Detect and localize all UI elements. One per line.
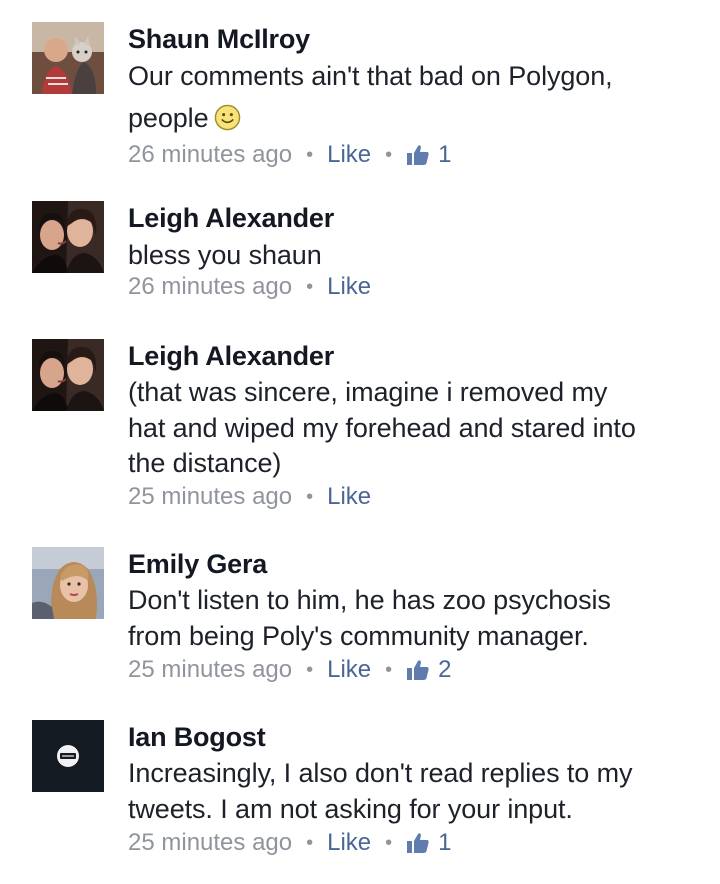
- comment-text-line-1: Our comments ain't that bad on Polygon,: [128, 61, 613, 91]
- comment-text: (that was sincere, imagine i removed my …: [128, 377, 636, 478]
- comment-author[interactable]: Leigh Alexander: [128, 339, 698, 373]
- like-button[interactable]: Like: [327, 482, 371, 512]
- comment-meta: 25 minutes ago • Like • 2: [128, 655, 698, 685]
- like-button[interactable]: Like: [327, 828, 371, 858]
- meta-separator: •: [306, 276, 314, 298]
- avatar[interactable]: [32, 22, 104, 94]
- meta-separator: •: [385, 832, 393, 854]
- comment-timestamp[interactable]: 25 minutes ago: [128, 655, 292, 685]
- avatar[interactable]: [32, 547, 104, 619]
- avatar-photo-two-women-icon: [32, 339, 104, 411]
- comment-text: Don't listen to him, he has zoo psychosi…: [128, 585, 611, 651]
- thumbs-up-icon[interactable]: [406, 144, 430, 166]
- comment-body: Emily Gera Don't listen to him, he has z…: [128, 547, 698, 685]
- comment-text: Increasingly, I also don't read replies …: [128, 758, 633, 824]
- comment-author[interactable]: Shaun McIlroy: [128, 22, 698, 56]
- avatar[interactable]: [32, 201, 104, 273]
- comment-timestamp[interactable]: 25 minutes ago: [128, 828, 292, 858]
- like-button[interactable]: Like: [327, 140, 371, 170]
- comment-text-line-2: people: [128, 103, 209, 133]
- thumbs-up-icon[interactable]: [406, 832, 430, 854]
- comment-meta: 25 minutes ago • Like: [128, 482, 698, 512]
- comment-body: Leigh Alexander bless you shaun 26 minut…: [128, 201, 698, 302]
- thumbs-up-icon[interactable]: [406, 659, 430, 681]
- comment-body: Leigh Alexander (that was sincere, imagi…: [128, 339, 698, 512]
- comment-body: Ian Bogost Increasingly, I also don't re…: [128, 720, 698, 858]
- like-count[interactable]: 1: [438, 828, 451, 858]
- avatar[interactable]: [32, 720, 104, 792]
- meta-separator: •: [385, 144, 393, 166]
- comment-timestamp[interactable]: 26 minutes ago: [128, 272, 292, 302]
- like-button[interactable]: Like: [327, 272, 371, 302]
- like-button[interactable]: Like: [327, 655, 371, 685]
- comment-author[interactable]: Ian Bogost: [128, 720, 698, 754]
- avatar-no-entry-logo-icon: [32, 720, 104, 792]
- comment-body: Shaun McIlroy Our comments ain't that ba…: [128, 22, 698, 170]
- comment-meta: 25 minutes ago • Like • 1: [128, 828, 698, 858]
- comment-timestamp[interactable]: 26 minutes ago: [128, 140, 292, 170]
- comment-text: bless you shaun: [128, 240, 322, 270]
- meta-separator: •: [306, 659, 314, 681]
- meta-separator: •: [385, 659, 393, 681]
- comment-timestamp[interactable]: 25 minutes ago: [128, 482, 292, 512]
- comment-meta: 26 minutes ago • Like: [128, 272, 698, 302]
- like-count[interactable]: 1: [438, 140, 451, 170]
- avatar-photo-man-with-dog-icon: [32, 22, 104, 94]
- avatar-photo-woman-selfie-icon: [32, 547, 104, 619]
- avatar[interactable]: [32, 339, 104, 411]
- comment-meta: 26 minutes ago • Like • 1: [128, 140, 698, 170]
- meta-separator: •: [306, 832, 314, 854]
- smiley-emoji-icon: [214, 101, 241, 131]
- comment-text: Our comments ain't that bad on Polygon, …: [128, 55, 698, 139]
- like-count[interactable]: 2: [438, 655, 451, 685]
- meta-separator: •: [306, 485, 314, 508]
- avatar-photo-two-women-icon: [32, 201, 104, 273]
- meta-separator: •: [306, 144, 314, 166]
- comment-author[interactable]: Leigh Alexander: [128, 201, 698, 235]
- comment-author[interactable]: Emily Gera: [128, 547, 698, 581]
